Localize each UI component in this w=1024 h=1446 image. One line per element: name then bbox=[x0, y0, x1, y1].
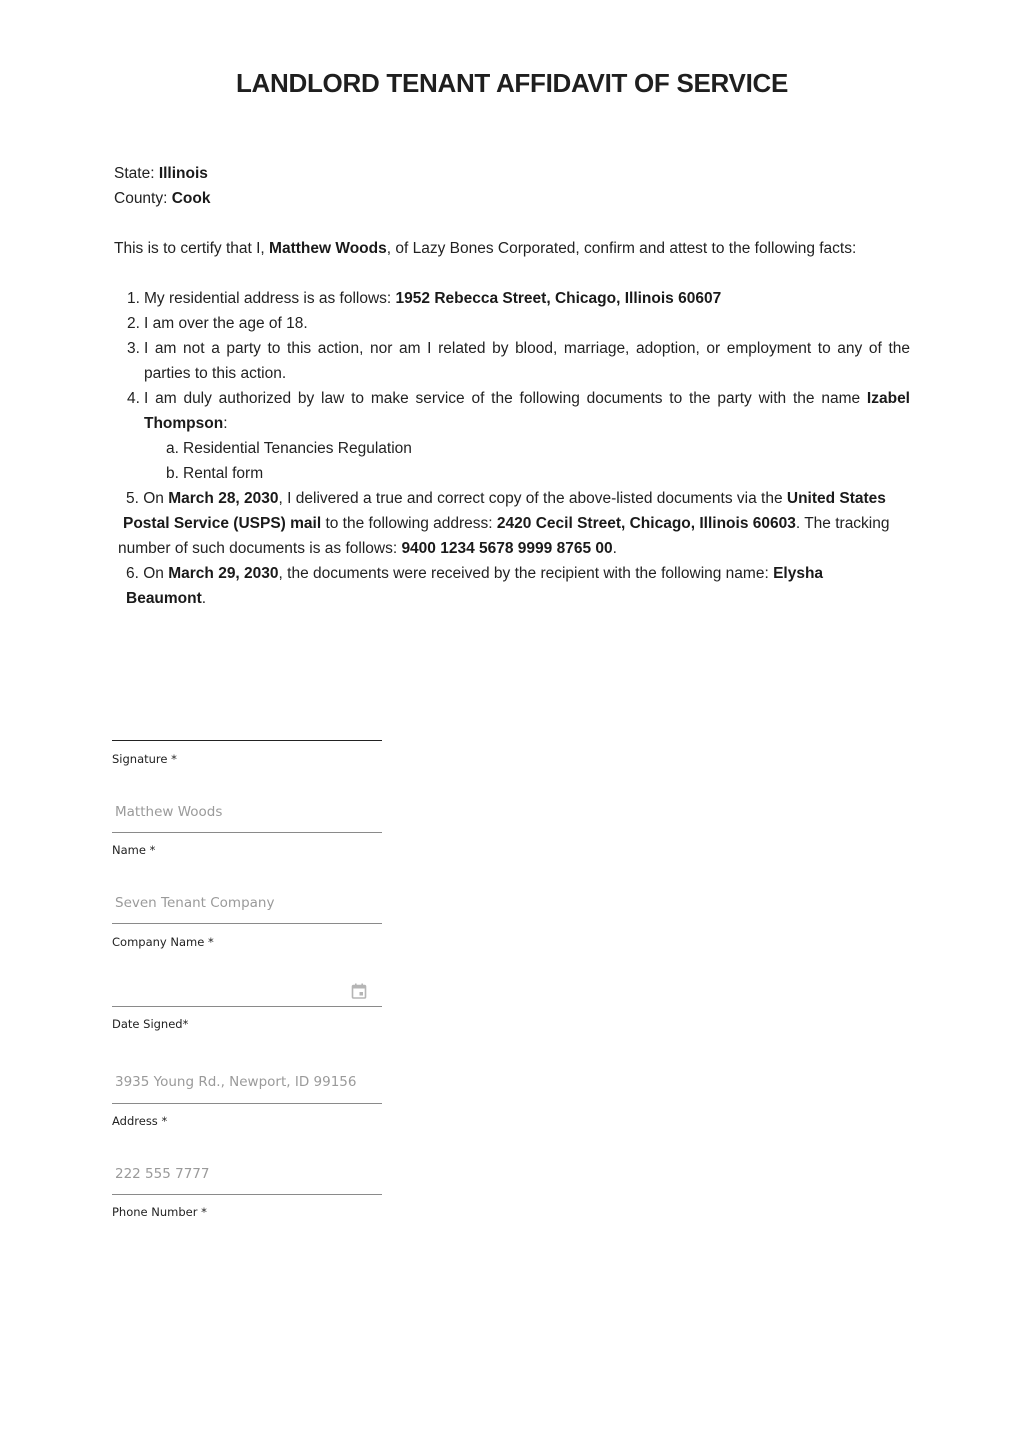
item-text: to the following address: bbox=[321, 515, 497, 532]
list-item-5-line2: Postal Service (USPS) mail to the follow… bbox=[123, 511, 890, 536]
delivery-method: United States bbox=[786, 490, 886, 507]
county-value: Cook bbox=[171, 190, 211, 207]
recipient-name-first: Elysha bbox=[773, 565, 824, 582]
affiant-name: Matthew Woods bbox=[269, 240, 387, 257]
intro-text: , of Lazy Bones Corporated, confirm and … bbox=[386, 240, 857, 257]
receipt-date: March 29, 2030 bbox=[168, 565, 279, 582]
item-text: . bbox=[201, 590, 207, 607]
phone-number-underline bbox=[112, 1194, 382, 1195]
item-text: number of such documents is as follows: bbox=[118, 540, 402, 557]
calendar-icon[interactable] bbox=[351, 983, 367, 999]
name-label: Name * bbox=[112, 843, 156, 857]
item-text: : bbox=[223, 415, 228, 432]
list-item-3-line2: parties to this action. bbox=[144, 365, 287, 382]
item-text: . The tracking bbox=[795, 515, 890, 532]
list-item-1: My residential address is as follows: 19… bbox=[144, 286, 721, 311]
list-item-3-line1: I am not a party to this action, nor am … bbox=[144, 340, 910, 357]
sublist-item: Rental form bbox=[183, 465, 264, 482]
name-underline bbox=[112, 832, 382, 833]
intro-text: This is to certify that I, bbox=[114, 240, 270, 257]
sublist-item: Residential Tenancies Regulation bbox=[183, 440, 412, 457]
list-item-4-line2: Thompson: bbox=[144, 411, 228, 436]
item-text: , I delivered a true and correct copy of… bbox=[278, 490, 787, 507]
item-text: My residential address is as follows: bbox=[144, 290, 396, 307]
delivery-address: 2420 Cecil Street, Chicago, Illinois 606… bbox=[496, 515, 796, 532]
address-label: Address * bbox=[112, 1114, 168, 1128]
party-name-first: Izabel bbox=[866, 390, 910, 407]
list-number: 4. bbox=[127, 390, 140, 407]
address-underline bbox=[112, 1103, 382, 1104]
state-value: Illinois bbox=[158, 165, 208, 182]
signature-line bbox=[112, 740, 382, 741]
delivery-method-cont: Postal Service (USPS) mail bbox=[123, 515, 322, 532]
party-name-last: Thompson bbox=[144, 415, 224, 432]
intro-paragraph: This is to certify that I, Matthew Woods… bbox=[114, 236, 856, 261]
phone-number-input[interactable]: 222 555 7777 bbox=[115, 1166, 209, 1182]
name-input[interactable]: Matthew Woods bbox=[115, 804, 222, 820]
list-number: 3. bbox=[127, 340, 140, 357]
signature-label: Signature * bbox=[112, 752, 177, 766]
list-item-2: I am over the age of 18. bbox=[144, 315, 308, 332]
document-title: LANDLORD TENANT AFFIDAVIT OF SERVICE bbox=[235, 68, 789, 98]
county-label: County: bbox=[114, 190, 172, 207]
company-name-underline bbox=[112, 923, 382, 924]
date-signed-underline bbox=[112, 1006, 382, 1007]
item-text: I am duly authorized by law to make serv… bbox=[144, 390, 867, 407]
list-item-4-line1: I am duly authorized by law to make serv… bbox=[144, 386, 910, 411]
sublist-number: b. bbox=[166, 465, 179, 482]
list-number: 1. bbox=[127, 290, 140, 307]
item-text: . bbox=[612, 540, 617, 557]
item-text: On bbox=[143, 490, 169, 507]
company-name-input[interactable]: Seven Tenant Company bbox=[115, 895, 274, 911]
date-signed-label: Date Signed* bbox=[112, 1017, 189, 1031]
address-input[interactable]: 3935 Young Rd., Newport, ID 99156 bbox=[115, 1074, 356, 1090]
delivery-date: March 28, 2030 bbox=[168, 490, 279, 507]
item-text: , the documents were received by the rec… bbox=[278, 565, 774, 582]
state-label: State: bbox=[114, 165, 159, 182]
item-text: On bbox=[143, 565, 169, 582]
residential-address: 1952 Rebecca Street, Chicago, Illinois 6… bbox=[395, 290, 722, 307]
list-item-6-line2: Beaumont. bbox=[126, 586, 206, 611]
tracking-number: 9400 1234 5678 9999 8765 00 bbox=[401, 540, 613, 557]
list-item-6-line1: 6. On March 29, 2030, the documents were… bbox=[126, 561, 823, 586]
sublist-number: a. bbox=[166, 440, 179, 457]
state-line: State: Illinois bbox=[114, 161, 208, 186]
phone-number-label: Phone Number * bbox=[112, 1205, 207, 1219]
list-item-5-line3: number of such documents is as follows: … bbox=[118, 536, 617, 561]
company-name-label: Company Name * bbox=[112, 935, 214, 949]
list-number: 2. bbox=[127, 315, 140, 332]
list-number: 5. bbox=[126, 490, 139, 507]
list-number: 6. bbox=[126, 565, 139, 582]
list-item-5-line1: 5. On March 28, 2030, I delivered a true… bbox=[126, 486, 886, 511]
recipient-name-last: Beaumont bbox=[126, 590, 202, 607]
county-line: County: Cook bbox=[114, 186, 210, 211]
